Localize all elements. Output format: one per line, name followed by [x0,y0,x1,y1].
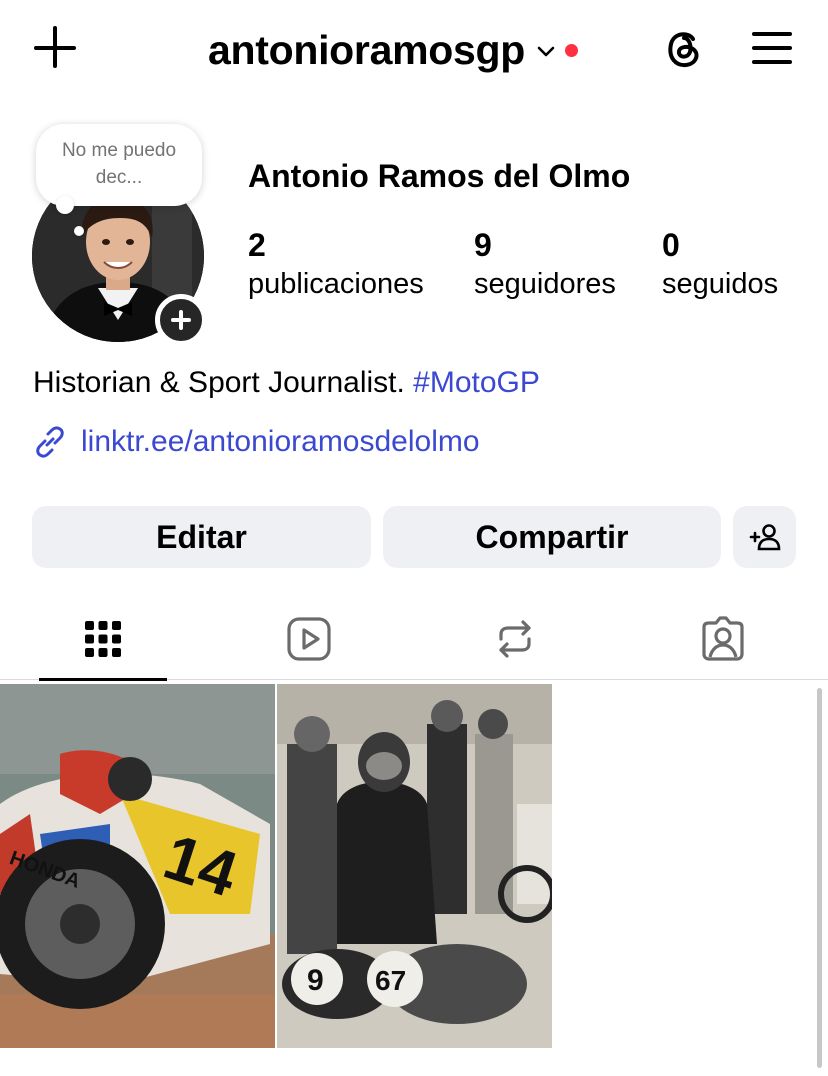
note-text: No me puedo dec... [61,140,177,188]
followers-label: seguidores [474,268,616,300]
posts-label: publicaciones [248,268,424,300]
vintage-racing-photo: 9 67 [277,684,552,1048]
profile-link[interactable]: linktr.ee/antonioramosdelolmo [33,420,480,464]
chevron-down-icon [537,46,555,57]
create-plus-icon[interactable] [34,26,78,70]
username: antonioramosgp [208,26,525,73]
post-thumbnail[interactable]: 9 67 [277,684,552,1048]
bio: Historian & Sport Journalist. #MotoGP [33,366,540,400]
share-profile-button[interactable]: Compartir [383,506,721,568]
note-tail [56,196,74,214]
threads-icon[interactable] [660,24,708,72]
stat-followers[interactable]: 9 seguidores [474,226,616,304]
posts-count: 2 [248,227,266,263]
scrollbar[interactable] [817,688,822,1068]
bio-text: Historian & Sport Journalist. [33,366,405,399]
account-switcher[interactable]: antonioramosgp [208,22,578,78]
stat-posts[interactable]: 2 publicaciones [248,226,424,304]
note-bubble[interactable]: No me puedo dec... [36,124,202,206]
stat-following[interactable]: 0 seguidos [662,226,778,304]
repost-icon [499,620,531,658]
add-story-plus-icon[interactable] [155,294,207,346]
add-user-icon [749,524,780,551]
active-tab-indicator [39,678,167,681]
discover-people-button[interactable] [733,506,796,568]
tab-reels[interactable] [245,598,373,680]
link-icon [36,426,64,458]
link-text: linktr.ee/antonioramosdelolmo [81,425,480,458]
edit-profile-button[interactable]: Editar [32,506,371,568]
tab-posts[interactable] [39,598,167,680]
post-thumbnail[interactable]: 14 HONDA [0,684,275,1048]
profile-tabs [0,598,828,680]
svg-text:67: 67 [375,965,406,996]
following-label: seguidos [662,268,779,300]
tab-tagged[interactable] [659,598,787,680]
following-count: 0 [662,227,680,263]
motorcycle-racing-photo: 14 HONDA [0,684,275,1048]
tab-reposts[interactable] [451,598,579,680]
bio-hashtag[interactable]: #MotoGP [413,366,540,399]
top-bar: antonioramosgp [0,0,828,100]
reels-icon [287,617,331,661]
notification-dot [564,43,578,57]
note-tail-small [74,226,84,236]
followers-count: 9 [474,227,492,263]
tagged-icon [702,616,744,661]
full-name: Antonio Ramos del Olmo [248,158,631,194]
hamburger-menu-icon[interactable] [750,30,794,66]
svg-text:9: 9 [307,964,324,997]
grid-icon [85,621,121,657]
